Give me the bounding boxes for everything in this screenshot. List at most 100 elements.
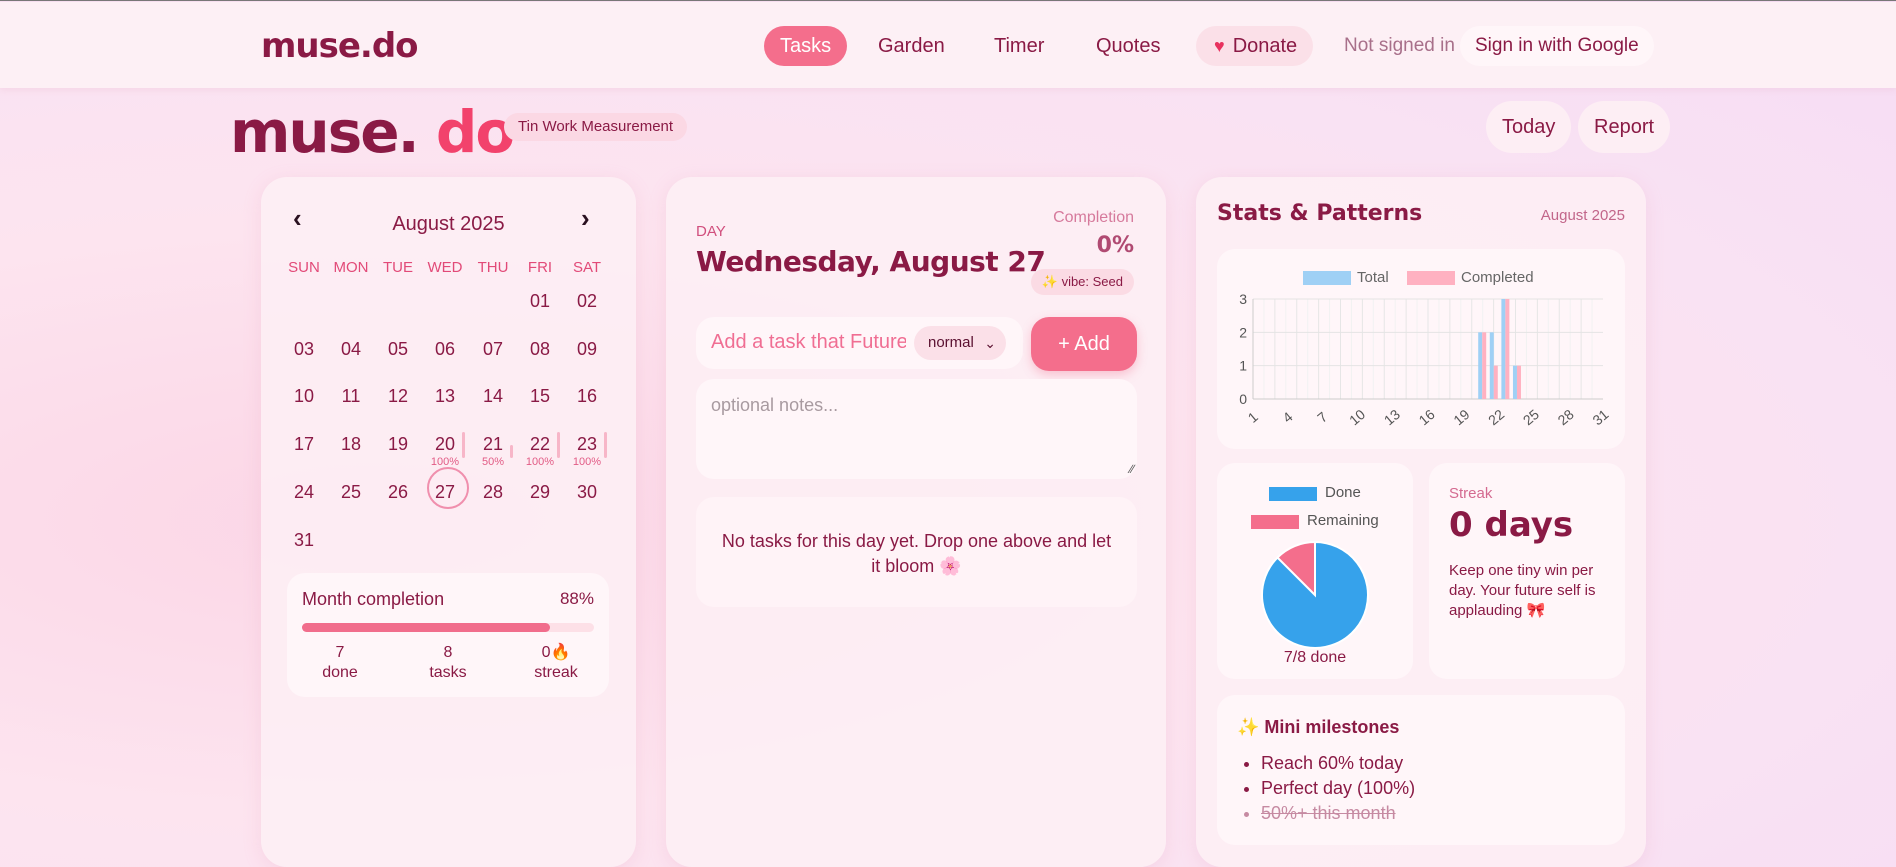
calendar-day[interactable]: 09 bbox=[564, 339, 610, 360]
day-title: Wednesday, August 27 bbox=[696, 245, 1046, 278]
calendar-day[interactable]: 28 bbox=[470, 482, 516, 503]
calendar-day[interactable]: 04 bbox=[328, 339, 374, 360]
vibe-badge: ✨ vibe: Seed bbox=[1030, 269, 1134, 295]
completion-label: Completion bbox=[1053, 209, 1134, 226]
y-tick-label: 3 bbox=[1239, 291, 1247, 307]
x-tick-label: 16 bbox=[1416, 406, 1438, 428]
streak-count: 0🔥 bbox=[541, 644, 571, 661]
day-progress-bar bbox=[557, 432, 560, 458]
month-completion-value: 88% bbox=[559, 589, 594, 608]
weekday-header: FRI bbox=[527, 259, 553, 276]
tasks-count: 8 bbox=[443, 644, 453, 661]
calendar-day[interactable]: 05 bbox=[375, 339, 421, 360]
bar-chart: 01231 4 7 10 13 16 19 22 25 28 31 bbox=[1239, 291, 1612, 428]
x-tick-label: 13 bbox=[1381, 406, 1403, 428]
month-completion-box: Month completion 88% 7 done 8 tasks 0🔥 stre… bbox=[287, 573, 609, 697]
calendar-day[interactable]: 16 bbox=[564, 386, 610, 407]
bar-completed-day-22 bbox=[1505, 299, 1510, 399]
calendar-day[interactable]: 02 bbox=[564, 291, 610, 312]
done-label: done bbox=[322, 664, 358, 681]
add-task-button[interactable]: + Add bbox=[1031, 317, 1137, 371]
task-input[interactable]: Add a task that Future normal ⌄ bbox=[696, 317, 1023, 369]
y-tick-label: 2 bbox=[1239, 324, 1247, 340]
calendar-day[interactable]: 07 bbox=[470, 339, 516, 360]
auth-status: Not signed in bbox=[1344, 35, 1455, 56]
calendar-day[interactable]: 25 bbox=[328, 482, 374, 503]
milestones-list: Reach 60% todayPerfect day (100%)50%+ th… bbox=[1261, 751, 1415, 826]
calendar-day[interactable]: 26 bbox=[375, 482, 421, 503]
bar-completed-day-23 bbox=[1516, 365, 1521, 399]
hero-logo: muse. do bbox=[230, 97, 515, 167]
calendar-day[interactable]: 17 bbox=[281, 434, 327, 455]
day-label: DAY bbox=[696, 223, 726, 240]
calendar-day[interactable]: 29 bbox=[517, 482, 563, 503]
today-indicator bbox=[427, 467, 469, 509]
donate-button[interactable]: ♥ Donate bbox=[1196, 26, 1314, 66]
tasks-label: tasks bbox=[429, 664, 467, 681]
hero-logo-part-b: do bbox=[435, 98, 515, 166]
month-completion-label: Month completion bbox=[302, 589, 445, 609]
empty-state-text: No tasks for this day yet. Drop one abov… bbox=[721, 531, 1112, 576]
top-navbar: muse.do Tasks Garden Timer Quotes ♥ Donat… bbox=[0, 2, 1896, 88]
calendar-day[interactable]: 24 bbox=[281, 482, 327, 503]
resize-handle-icon[interactable]: ∕∕ bbox=[1130, 462, 1134, 476]
notes-field[interactable]: optional notes... ∕∕ bbox=[696, 379, 1137, 479]
milestone-item: Perfect day (100%) bbox=[1261, 776, 1415, 801]
report-button[interactable]: Report bbox=[1578, 101, 1671, 153]
priority-value: normal bbox=[928, 334, 974, 351]
calendar-day[interactable]: 18 bbox=[328, 434, 374, 455]
nav-timer[interactable]: Timer bbox=[978, 26, 1060, 66]
priority-select[interactable]: normal ⌄ bbox=[914, 326, 1006, 360]
calendar-day[interactable]: 31 bbox=[281, 530, 327, 551]
bar-completed-day-20 bbox=[1482, 332, 1487, 399]
milestones-title: ✨ Mini milestones bbox=[1237, 717, 1400, 737]
workspace-badge: Tin Work Measurement bbox=[504, 113, 688, 141]
calendar-day[interactable]: 10 bbox=[281, 386, 327, 407]
day-progress-label: 100% bbox=[572, 456, 602, 468]
calendar-day[interactable]: 14 bbox=[470, 386, 516, 407]
sign-in-button[interactable]: Sign in with Google bbox=[1460, 26, 1654, 66]
brand-logo[interactable]: muse.do bbox=[261, 26, 419, 66]
nav-tasks[interactable]: Tasks bbox=[764, 26, 848, 66]
calendar-day[interactable]: 11 bbox=[328, 386, 374, 407]
calendar-day[interactable]: 03 bbox=[281, 339, 327, 360]
today-button[interactable]: Today bbox=[1486, 101, 1572, 153]
day-progress-label: 50% bbox=[481, 456, 505, 468]
x-tick-label: 22 bbox=[1485, 406, 1507, 428]
x-tick-label: 31 bbox=[1589, 406, 1611, 428]
streak-label: streak bbox=[534, 664, 578, 681]
stats-month: August 2025 bbox=[1540, 207, 1625, 224]
nav-garden[interactable]: Garden bbox=[862, 26, 961, 66]
hero-logo-part-a: muse. bbox=[230, 98, 420, 166]
calendar-card: ‹ August 2025 › SUN MON TUE WED THU FRI SAT 01 0… bbox=[261, 177, 636, 867]
calendar-day[interactable]: 08 bbox=[517, 339, 563, 360]
empty-state: No tasks for this day yet. Drop one abov… bbox=[696, 497, 1137, 607]
weekday-header: SAT bbox=[572, 259, 602, 276]
bar-total-day-20 bbox=[1478, 332, 1483, 399]
bar-completed-day-21 bbox=[1493, 365, 1498, 399]
calendar-day[interactable]: 13 bbox=[422, 386, 468, 407]
weekday-header: TUE bbox=[383, 259, 413, 276]
x-tick-label: 25 bbox=[1520, 406, 1542, 428]
streak-message: Keep one tiny win per day. Your future s… bbox=[1449, 562, 1596, 619]
y-tick-label: 0 bbox=[1239, 391, 1247, 407]
next-month-icon[interactable]: › bbox=[581, 203, 590, 234]
stats-card: Stats & Patterns August 2025 Total Compl… bbox=[1196, 177, 1646, 867]
day-progress-bar bbox=[462, 432, 465, 458]
calendar-day[interactable]: 15 bbox=[517, 386, 563, 407]
nav-quotes[interactable]: Quotes bbox=[1080, 26, 1176, 66]
calendar-day[interactable]: 30 bbox=[564, 482, 610, 503]
task-input-placeholder[interactable]: Add a task that Future bbox=[711, 331, 906, 354]
calendar-day[interactable]: 19 bbox=[375, 434, 421, 455]
pie-chart bbox=[1261, 540, 1369, 649]
y-tick-label: 1 bbox=[1239, 358, 1247, 374]
bar-chart-panel: Total Completed 0 1 2 3 1 4 7 10 13 16 19 22 25 28 31 bbox=[1217, 249, 1625, 449]
donate-label: Donate bbox=[1232, 35, 1298, 57]
calendar-day[interactable]: 06 bbox=[422, 339, 468, 360]
bar-total-day-22 bbox=[1501, 299, 1506, 399]
calendar-day[interactable]: 01 bbox=[517, 291, 563, 312]
x-tick-label: 1 bbox=[1245, 408, 1261, 425]
done-stat: 7 done bbox=[300, 643, 380, 683]
chevron-down-icon: ⌄ bbox=[984, 335, 996, 351]
calendar-day[interactable]: 12 bbox=[375, 386, 421, 407]
